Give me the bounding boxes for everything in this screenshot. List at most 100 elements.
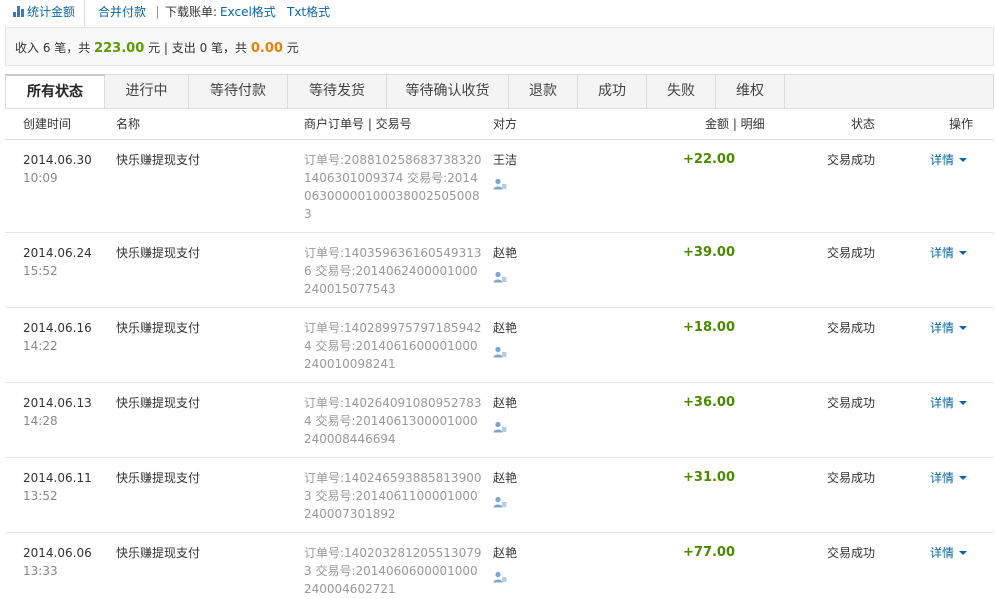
col-party: 对方 bbox=[493, 117, 518, 131]
col-order-trade: 商户订单号 | 交易号 bbox=[304, 117, 412, 131]
detail-label: 详情 bbox=[930, 246, 955, 260]
detail-label: 详情 bbox=[930, 471, 955, 485]
row-time: 14:28 bbox=[23, 414, 58, 428]
row-detail-dropdown[interactable]: 详情 bbox=[930, 394, 968, 412]
row-status: 交易成功 bbox=[827, 153, 876, 167]
user-card-icon[interactable] bbox=[493, 421, 507, 433]
user-card-icon[interactable] bbox=[493, 571, 507, 583]
row-detail-dropdown[interactable]: 详情 bbox=[930, 319, 968, 337]
table-row: 2014.06.06 13:33 快乐赚提现支付 订单号:14020328120… bbox=[5, 533, 994, 599]
table-row: 2014.06.11 13:52 快乐赚提现支付 订单号:14024659388… bbox=[5, 458, 994, 533]
row-time: 10:09 bbox=[23, 171, 58, 185]
row-date: 2014.06.06 bbox=[23, 546, 92, 560]
tab-success[interactable]: 成功 bbox=[578, 74, 647, 109]
expense-suffix: 元 bbox=[286, 41, 299, 55]
col-amount-detail: 金额 | 明细 bbox=[705, 117, 765, 131]
row-trade-numbers: 订单号:1402899757971859424 交易号:201406160000… bbox=[304, 321, 482, 371]
row-trade-numbers: 订单号:1403596361605493136 交易号:201406240000… bbox=[304, 246, 482, 296]
row-party: 王洁 bbox=[493, 153, 518, 167]
detail-label: 详情 bbox=[930, 321, 955, 335]
row-party: 赵艳 bbox=[493, 546, 518, 560]
expense-amount: 0.00 bbox=[250, 41, 283, 56]
row-name: 快乐赚提现支付 bbox=[116, 471, 201, 485]
row-status: 交易成功 bbox=[827, 321, 876, 335]
row-trade-numbers: 订单号:2088102586837383201406301009374 交易号:… bbox=[304, 153, 482, 221]
detail-label: 详情 bbox=[930, 153, 955, 167]
income-amount: 223.00 bbox=[94, 41, 145, 56]
row-amount: +22.00 bbox=[683, 152, 736, 167]
row-status: 交易成功 bbox=[827, 396, 876, 410]
tab-failed[interactable]: 失败 bbox=[647, 74, 716, 109]
income-prefix: 收入 6 笔，共 bbox=[15, 41, 91, 55]
bar-chart-icon bbox=[13, 6, 25, 17]
row-date: 2014.06.11 bbox=[23, 471, 92, 485]
row-name: 快乐赚提现支付 bbox=[116, 396, 201, 410]
row-amount: +36.00 bbox=[683, 395, 736, 410]
col-status: 状态 bbox=[851, 117, 876, 131]
row-date: 2014.06.30 bbox=[23, 153, 92, 167]
caret-down-icon bbox=[959, 401, 968, 405]
caret-down-icon bbox=[959, 251, 968, 255]
tab-dispute[interactable]: 维权 bbox=[716, 74, 785, 109]
row-amount: +77.00 bbox=[683, 545, 736, 560]
col-name: 名称 bbox=[116, 117, 141, 131]
toolbar: 统计金额 合并付款 下载账单: Excel格式 Txt格式 bbox=[0, 0, 995, 28]
row-trade-numbers: 订单号:1402032812055130793 交易号:201406060000… bbox=[304, 546, 482, 596]
stat-amount-button[interactable]: 统计金额 bbox=[13, 4, 75, 20]
row-detail-dropdown[interactable]: 详情 bbox=[930, 469, 968, 487]
divider bbox=[157, 6, 158, 19]
row-detail-dropdown[interactable]: 详情 bbox=[930, 544, 968, 562]
summary-text: 收入 6 笔，共 223.00 元 | 支出 0 笔，共 0.00 元 bbox=[15, 41, 299, 56]
row-trade-numbers: 订单号:1402465938858139003 交易号:201406110000… bbox=[304, 471, 482, 521]
row-amount: +39.00 bbox=[683, 245, 736, 260]
tab-refund[interactable]: 退款 bbox=[509, 74, 578, 109]
row-detail-dropdown[interactable]: 详情 bbox=[930, 151, 968, 169]
divider bbox=[84, 0, 85, 26]
col-created-time: 创建时间 bbox=[23, 117, 72, 131]
table-row: 2014.06.13 14:28 快乐赚提现支付 订单号:14026409108… bbox=[5, 383, 994, 458]
row-date: 2014.06.24 bbox=[23, 246, 92, 260]
row-party: 赵艳 bbox=[493, 471, 518, 485]
tab-awaiting-payment[interactable]: 等待付款 bbox=[189, 74, 288, 109]
row-party: 赵艳 bbox=[493, 246, 518, 260]
caret-down-icon bbox=[959, 158, 968, 162]
caret-down-icon bbox=[959, 326, 968, 330]
merge-payment-link[interactable]: 合并付款 bbox=[98, 4, 146, 20]
row-party: 赵艳 bbox=[493, 396, 518, 410]
row-amount: +18.00 bbox=[683, 320, 736, 335]
user-card-icon[interactable] bbox=[493, 346, 507, 358]
summary-bar: 收入 6 笔，共 223.00 元 | 支出 0 笔，共 0.00 元 bbox=[5, 27, 994, 66]
tab-all-status[interactable]: 所有状态 bbox=[5, 74, 105, 110]
row-name: 快乐赚提现支付 bbox=[116, 246, 201, 260]
row-time: 13:33 bbox=[23, 564, 58, 578]
tab-awaiting-shipment[interactable]: 等待发货 bbox=[288, 74, 387, 109]
download-txt-link[interactable]: Txt格式 bbox=[287, 4, 330, 20]
row-status: 交易成功 bbox=[827, 546, 876, 560]
row-name: 快乐赚提现支付 bbox=[116, 153, 201, 167]
row-time: 15:52 bbox=[23, 264, 58, 278]
row-name: 快乐赚提现支付 bbox=[116, 321, 201, 335]
caret-down-icon bbox=[959, 476, 968, 480]
row-amount: +31.00 bbox=[683, 470, 736, 485]
table-row: 2014.06.30 10:09 快乐赚提现支付 订单号:20881025868… bbox=[5, 140, 994, 233]
status-tabs: 所有状态 进行中 等待付款 等待发货 等待确认收货 退款 成功 失败 维权 bbox=[5, 74, 994, 110]
download-label: 下载账单: bbox=[165, 5, 218, 19]
table-row: 2014.06.24 15:52 快乐赚提现支付 订单号:14035963616… bbox=[5, 233, 994, 308]
table-header: 创建时间 名称 商户订单号 | 交易号 对方 金额 | 明细 状态 操作 bbox=[5, 108, 994, 140]
col-action: 操作 bbox=[949, 117, 974, 131]
row-status: 交易成功 bbox=[827, 471, 876, 485]
download-excel-link[interactable]: Excel格式 bbox=[220, 4, 276, 20]
stat-amount-label: 统计金额 bbox=[27, 5, 76, 19]
tab-in-progress[interactable]: 进行中 bbox=[105, 74, 189, 109]
row-detail-dropdown[interactable]: 详情 bbox=[930, 244, 968, 262]
row-name: 快乐赚提现支付 bbox=[116, 546, 201, 560]
tab-awaiting-receipt[interactable]: 等待确认收货 bbox=[387, 74, 509, 109]
user-card-icon[interactable] bbox=[493, 271, 507, 283]
row-party: 赵艳 bbox=[493, 321, 518, 335]
detail-label: 详情 bbox=[930, 546, 955, 560]
income-suffix: 元 | 支出 0 笔，共 bbox=[148, 41, 248, 55]
row-status: 交易成功 bbox=[827, 246, 876, 260]
detail-label: 详情 bbox=[930, 396, 955, 410]
user-card-icon[interactable] bbox=[493, 496, 507, 508]
user-card-icon[interactable] bbox=[493, 178, 507, 190]
